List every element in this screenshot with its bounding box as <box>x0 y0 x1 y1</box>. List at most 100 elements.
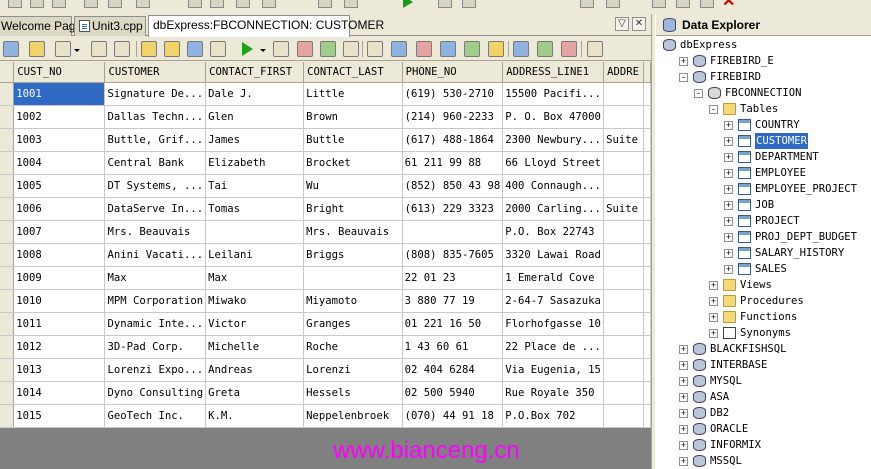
cut-icon[interactable] <box>652 0 666 8</box>
table-cell[interactable]: Dyno Consulting <box>104 381 207 405</box>
toolbar-button[interactable] <box>30 0 44 8</box>
field-list-icon[interactable] <box>367 41 383 57</box>
stop-icon[interactable] <box>273 41 289 57</box>
table-cell[interactable]: Dallas Techn... <box>104 105 207 129</box>
table-cell[interactable] <box>603 404 644 428</box>
navigate-icon[interactable] <box>55 41 71 57</box>
table-cell[interactable]: DataServe In... <box>104 197 207 221</box>
table-cell[interactable]: 2300 Newbury... <box>502 128 605 152</box>
chevron-down-icon[interactable] <box>74 49 80 52</box>
table-row[interactable]: 1007 Mrs. Beauvais Mrs. Beauvais P.O. Box 2… <box>0 220 651 244</box>
sql-window-icon[interactable] <box>537 41 553 57</box>
sort-icon[interactable] <box>210 41 226 57</box>
column-header[interactable]: CONTACT_LAST <box>303 62 403 83</box>
expand-icon[interactable]: + <box>709 313 718 322</box>
table-cell[interactable]: Max <box>104 266 207 290</box>
expand-icon[interactable]: + <box>679 377 688 386</box>
table-cell[interactable]: P. O. Box 47000 <box>502 105 605 129</box>
expand-icon[interactable]: + <box>679 425 688 434</box>
tree-node[interactable]: + EMPLOYEE_PROJECT <box>656 181 871 197</box>
tree-node[interactable]: - FBCONNECTION <box>656 85 871 101</box>
row-indicator[interactable] <box>0 266 15 290</box>
tree-node[interactable]: + ASA <box>656 389 871 405</box>
import-icon[interactable] <box>141 41 157 57</box>
table-cell[interactable]: 1006 <box>13 197 106 221</box>
refresh-icon[interactable] <box>114 41 130 57</box>
table-cell[interactable]: Tomas <box>205 197 305 221</box>
expand-icon[interactable]: + <box>679 409 688 418</box>
table-row[interactable]: 1015 GeoTech Inc. K.M. Neppelenbroek (070) 4… <box>0 404 651 428</box>
tree-node[interactable]: + COUNTRY <box>656 117 871 133</box>
toolbar-button[interactable] <box>236 0 250 8</box>
table-cell[interactable]: Mrs. Beauvais <box>104 220 207 244</box>
cancel-icon[interactable] <box>343 41 359 57</box>
table-cell[interactable]: Signature De... <box>104 82 207 106</box>
toolbar-button[interactable] <box>606 0 620 8</box>
tree-node[interactable]: + Synonyms <box>656 325 871 341</box>
tree-node[interactable]: + FIREBIRD_E <box>656 53 871 69</box>
table-row[interactable]: 1011 Dynamic Inte... Victor Granges 01 221 1… <box>0 312 651 336</box>
row-indicator[interactable] <box>0 220 15 244</box>
table-cell[interactable] <box>603 312 644 336</box>
collapse-icon[interactable]: - <box>694 89 703 98</box>
table-cell[interactable]: Andreas <box>205 358 305 382</box>
key-icon[interactable] <box>488 41 504 57</box>
table-cell[interactable]: Glen <box>205 105 305 129</box>
table-cell[interactable]: Mrs. Beauvais <box>303 220 403 244</box>
tree-node[interactable]: - FIREBIRD <box>656 69 871 85</box>
row-indicator[interactable] <box>0 243 15 267</box>
export-icon[interactable] <box>164 41 180 57</box>
expand-icon[interactable]: + <box>724 121 733 130</box>
grid-view-icon[interactable] <box>3 41 19 57</box>
rollback-icon[interactable] <box>297 41 313 57</box>
table-cell[interactable]: 02 404 6284 <box>402 358 504 382</box>
properties-icon[interactable] <box>587 41 603 57</box>
tab-list-dropdown-icon[interactable]: ▽ <box>615 17 629 31</box>
table-cell[interactable]: 15500 Pacifi... <box>502 82 605 106</box>
toolbar-button[interactable] <box>318 0 332 8</box>
table-row[interactable]: 1006 DataServe In... Tomas Bright (613) 229 … <box>0 197 651 221</box>
table-cell[interactable]: 1013 <box>13 358 106 382</box>
paste-icon[interactable] <box>700 0 714 8</box>
tree-node[interactable]: + Procedures <box>656 293 871 309</box>
table-row[interactable]: 1003 Buttle, Grif... James Buttle (617) 488-… <box>0 128 651 152</box>
table-cell[interactable] <box>303 266 403 290</box>
column-header[interactable]: CONTACT_FIRST <box>205 62 305 83</box>
table-cell[interactable]: Briggs <box>303 243 403 267</box>
tree-node[interactable]: + PROJECT <box>656 213 871 229</box>
table-cell[interactable]: P.O.Box 702 <box>502 404 605 428</box>
table-cell[interactable]: (619) 530-2710 <box>402 82 504 106</box>
table-cell[interactable]: Miwako <box>205 289 305 313</box>
table-cell[interactable] <box>603 243 644 267</box>
table-cell[interactable] <box>603 105 644 129</box>
table-properties-icon[interactable] <box>440 41 456 57</box>
close-tab-icon[interactable]: ✕ <box>632 17 646 31</box>
edit-table-icon[interactable] <box>416 41 432 57</box>
table-cell[interactable] <box>603 358 644 382</box>
commit-icon[interactable] <box>320 41 336 57</box>
table-row[interactable]: 1009 Max Max 22 01 23 1 Emerald Cove <box>0 266 651 290</box>
tree-node[interactable]: + MSSQL <box>656 453 871 469</box>
table-cell[interactable]: Lorenzi Expo... <box>104 358 207 382</box>
table-cell[interactable]: 1008 <box>13 243 106 267</box>
copy-icon[interactable] <box>676 0 690 8</box>
monitor-icon[interactable] <box>561 41 577 57</box>
table-cell[interactable]: Leilani <box>205 243 305 267</box>
toolbar-button[interactable] <box>580 0 594 8</box>
toolbar-button[interactable] <box>84 0 98 8</box>
collapse-icon[interactable]: - <box>709 105 718 114</box>
table-cell[interactable]: 22 Place de ... <box>502 335 605 359</box>
table-cell[interactable] <box>603 220 644 244</box>
table-cell[interactable]: (808) 835-7605 <box>402 243 504 267</box>
table-cell[interactable]: 1007 <box>13 220 106 244</box>
table-cell[interactable]: 01 221 16 50 <box>402 312 504 336</box>
table-cell[interactable]: Rue Royale 350 <box>502 381 605 405</box>
table-cell[interactable]: 3 880 77 19 <box>402 289 504 313</box>
table-cell[interactable]: Little <box>303 82 403 106</box>
table-cell[interactable]: Roche <box>303 335 403 359</box>
tree-node[interactable]: + EMPLOYEE <box>656 165 871 181</box>
new-record-icon[interactable] <box>29 41 45 57</box>
table-row[interactable]: 1012 3D-Pad Corp. Michelle Roche 1 43 60 61 2… <box>0 335 651 359</box>
tree-node[interactable]: + SALES <box>656 261 871 277</box>
table-row[interactable]: 1014 Dyno Consulting Greta Hessels 02 500 59… <box>0 381 651 405</box>
